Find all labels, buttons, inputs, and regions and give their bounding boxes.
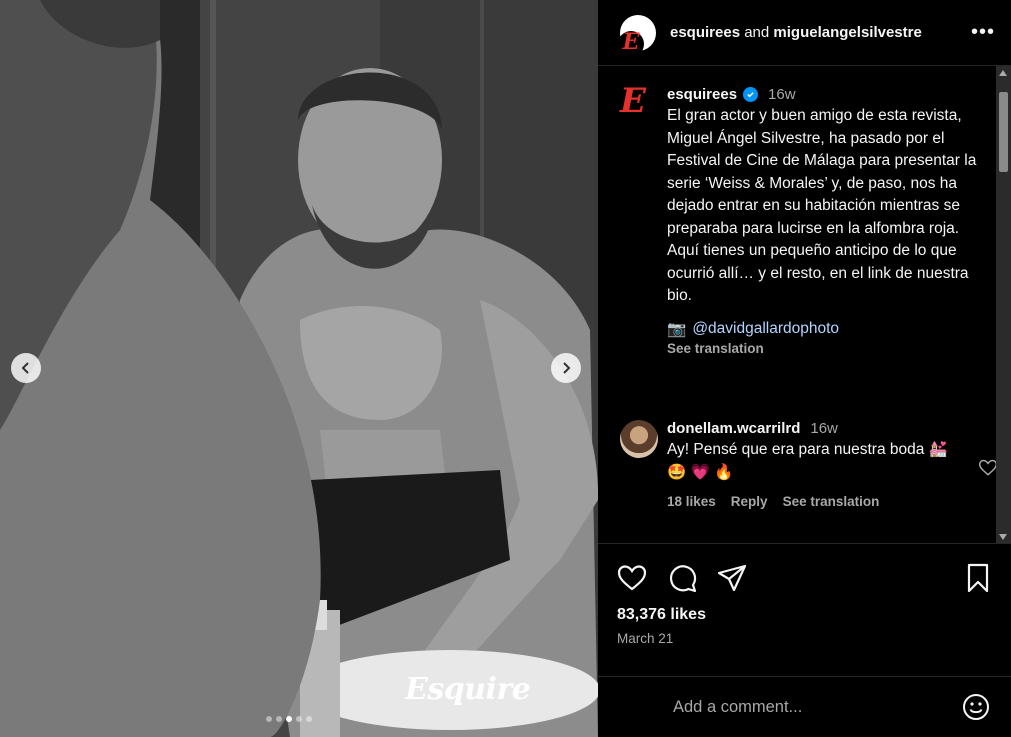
author-link-esquirees[interactable]: esquirees: [670, 24, 740, 41]
carousel-dot: [266, 716, 272, 722]
likes-count[interactable]: 83,376 likes: [617, 606, 706, 624]
esquire-watermark: Esquire: [405, 672, 531, 707]
authors-joiner: and: [744, 24, 770, 41]
comment-item: donellam.wcarrilrd 16w Ay! Pensé que era…: [620, 420, 998, 509]
post-authors: esquirees and miguelangelsilvestre: [670, 24, 971, 41]
chevron-right-icon: [563, 362, 571, 374]
collab-avatar[interactable]: E: [618, 14, 656, 57]
verified-icon: [743, 87, 759, 102]
chevron-left-icon: [21, 362, 29, 374]
caption-see-translation-link[interactable]: See translation: [667, 341, 977, 356]
commenter-username[interactable]: donellam.wcarrilrd: [667, 420, 800, 437]
caption-username[interactable]: esquirees: [667, 86, 737, 103]
like-heart-icon[interactable]: [616, 562, 648, 594]
comment-time-ago[interactable]: 16w: [810, 420, 838, 437]
add-comment-input[interactable]: Add a comment...: [673, 698, 961, 717]
carousel-dot: [276, 716, 282, 722]
caption-text: El gran actor y buen amigo de esta revis…: [667, 107, 981, 304]
comment-likes-count[interactable]: 18 likes: [667, 494, 716, 509]
scroll-down-icon[interactable]: [999, 534, 1007, 540]
post-actions: [616, 562, 996, 594]
comment-reply-button[interactable]: Reply: [731, 494, 768, 509]
carousel-indicator: [266, 716, 312, 722]
emoji-icon[interactable]: [961, 692, 991, 722]
comment-icon[interactable]: [666, 562, 698, 594]
scrollbar-thumb[interactable]: [999, 92, 1008, 172]
comment-text: Ay! Pensé que era para nuestra boda 💒 🤩 …: [667, 441, 948, 481]
add-comment-bar: Add a comment...: [598, 676, 1011, 737]
comments-scrollbar[interactable]: [996, 66, 1011, 543]
esquire-logo-icon: E: [618, 30, 644, 57]
post-caption: E esquirees 16w El gran actor y buen ami…: [620, 84, 990, 356]
carousel-prev-button[interactable]: [11, 353, 41, 383]
bookmark-icon[interactable]: [962, 562, 994, 594]
carousel-dot: [296, 716, 302, 722]
commenter-avatar[interactable]: [620, 420, 658, 458]
more-options-icon[interactable]: •••: [971, 21, 995, 44]
scroll-up-icon[interactable]: [999, 70, 1007, 76]
share-icon[interactable]: [716, 562, 748, 594]
comments-section[interactable]: E esquirees 16w El gran actor y buen ami…: [598, 66, 1011, 544]
author-link-miguelangelsilvestre[interactable]: miguelangelsilvestre: [773, 24, 921, 41]
comment-see-translation-link[interactable]: See translation: [783, 494, 880, 509]
post-photo: [0, 0, 598, 737]
carousel-dot: [306, 716, 312, 722]
camera-icon: 📷: [667, 320, 687, 338]
post-media[interactable]: Esquire: [0, 0, 598, 737]
post-date[interactable]: March 21: [617, 631, 673, 646]
post-header: E esquirees and miguelangelsilvestre •••: [598, 0, 1011, 66]
carousel-dot: [286, 716, 292, 722]
esquire-avatar-icon[interactable]: E: [620, 84, 652, 118]
post-panel: E esquirees and miguelangelsilvestre •••…: [598, 0, 1011, 737]
photographer-mention-link[interactable]: @davidgallardophoto: [692, 320, 839, 338]
carousel-next-button[interactable]: [551, 353, 581, 383]
photo-credit: 📷 @davidgallardophoto: [667, 320, 977, 339]
caption-time-ago[interactable]: 16w: [768, 86, 796, 103]
comment-like-heart-icon[interactable]: [978, 458, 998, 478]
